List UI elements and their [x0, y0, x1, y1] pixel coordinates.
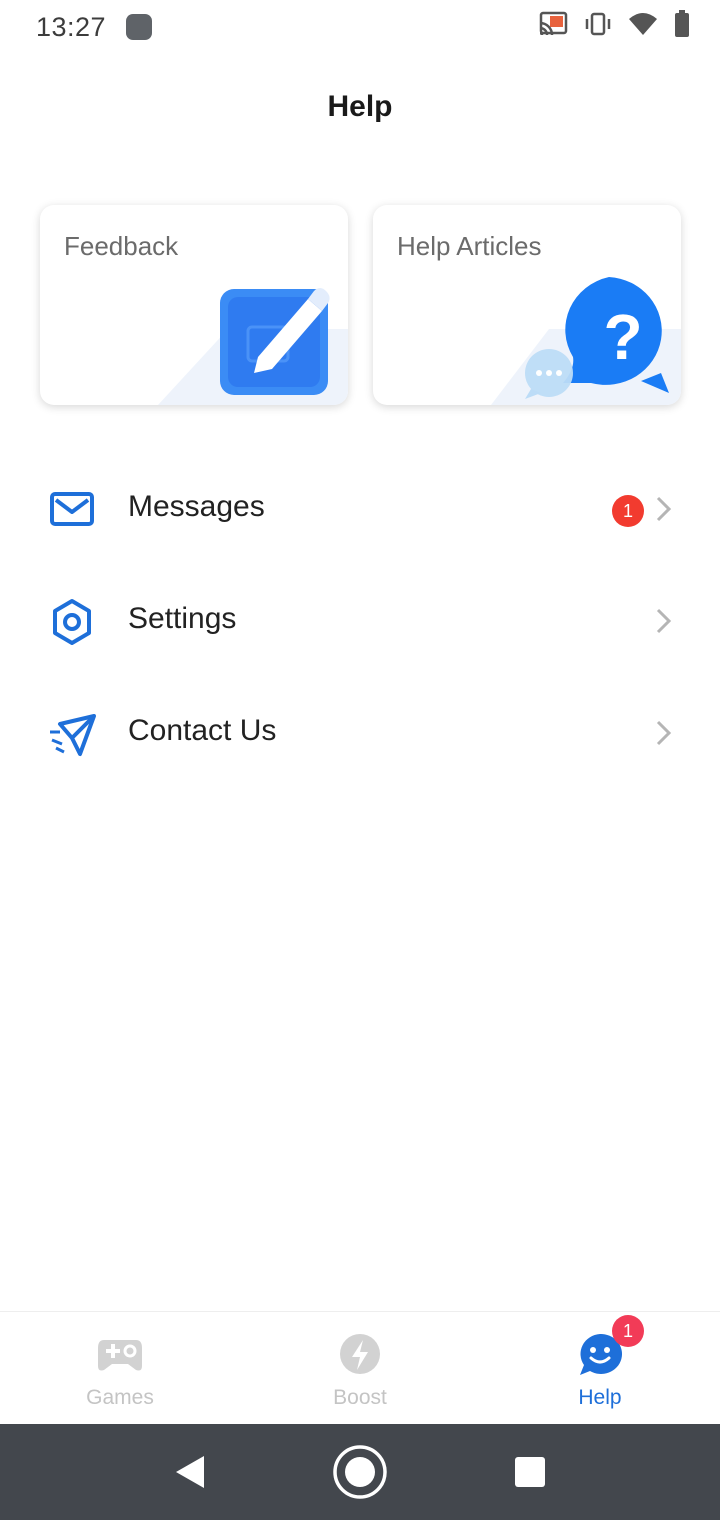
nav-help[interactable]: 1 Help — [480, 1312, 720, 1425]
menu-item-contact-us-label: Contact Us — [128, 714, 277, 747]
system-nav-bar — [0, 1424, 720, 1520]
menu-item-settings[interactable]: Settings — [0, 570, 720, 670]
messages-badge: 1 — [612, 495, 644, 527]
feedback-card-label: Feedback — [64, 231, 179, 261]
help-nav-badge: 1 — [612, 1315, 644, 1347]
gear-icon — [53, 599, 91, 645]
edit-icon — [158, 288, 348, 405]
help-articles-card[interactable]: Help Articles ? — [373, 205, 681, 405]
menu-item-messages-label: Messages — [128, 490, 265, 523]
svg-text:?: ? — [603, 301, 642, 373]
back-icon[interactable] — [170, 1424, 210, 1520]
gamepad-icon — [98, 1340, 142, 1371]
paper-plane-icon — [50, 714, 96, 756]
status-bar: 13:27 — [0, 0, 720, 56]
home-icon[interactable] — [330, 1424, 390, 1520]
notification-dot-icon — [126, 14, 152, 40]
question-chat-icon: ? — [491, 277, 681, 405]
mail-icon — [50, 492, 94, 526]
nav-boost[interactable]: Boost — [240, 1312, 480, 1425]
status-icons — [538, 10, 690, 43]
nav-games[interactable]: Games — [0, 1312, 240, 1425]
recents-icon[interactable] — [512, 1424, 548, 1520]
bottom-nav: Games Boost 1 Help — [0, 1311, 720, 1425]
battery-icon — [674, 10, 690, 43]
lightning-icon — [340, 1334, 380, 1374]
nav-help-label: Help — [578, 1386, 622, 1409]
feedback-card[interactable]: Feedback — [40, 205, 348, 405]
chevron-right-icon — [656, 496, 672, 522]
nav-games-label: Games — [86, 1386, 154, 1409]
menu-item-contact-us[interactable]: Contact Us — [0, 682, 720, 782]
chevron-right-icon — [656, 608, 672, 634]
menu-item-messages[interactable]: Messages 1 — [0, 458, 720, 558]
status-time: 13:27 — [36, 12, 107, 42]
chevron-right-icon — [656, 720, 672, 746]
cast-icon — [538, 11, 568, 42]
nav-boost-label: Boost — [333, 1386, 387, 1409]
wifi-icon — [628, 11, 658, 42]
vibrate-icon — [584, 11, 612, 42]
page-title: Help — [327, 90, 393, 123]
menu-item-settings-label: Settings — [128, 602, 237, 635]
help-articles-card-label: Help Articles — [397, 231, 542, 261]
